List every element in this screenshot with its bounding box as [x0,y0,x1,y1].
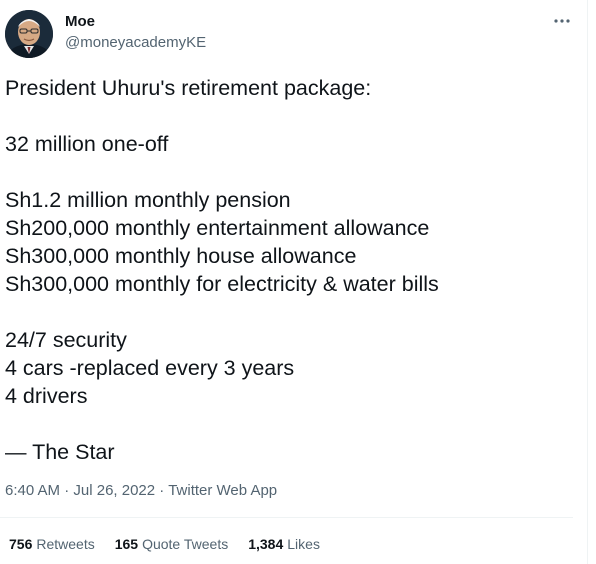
tweet-line: — The Star [5,440,115,464]
author-display-name[interactable]: Moe [65,13,95,31]
tweet-line: Sh300,000 monthly house allowance [5,244,357,268]
quote-tweets-stat[interactable]: 165 Quote Tweets [115,535,229,553]
tweet-line: Sh300,000 monthly for electricity & wate… [5,272,439,296]
tweet-line: 32 million one-off [5,132,169,156]
tweet-date[interactable]: Jul 26, 2022 [73,482,155,499]
quote-tweets-label: Quote Tweets [142,536,229,552]
tweet-line: Sh1.2 million monthly pension [5,188,291,212]
tweet-line: 4 cars -replaced every 3 years [5,356,295,380]
meta-separator: · [155,482,169,499]
tweet-line: 4 drivers [5,384,88,408]
divider [0,517,573,518]
tweet-line: Sh200,000 monthly entertainment allowanc… [5,216,430,240]
retweets-count: 756 [9,536,33,552]
quote-tweets-count: 165 [114,536,139,552]
retweets-stat[interactable]: 756 Retweets [9,535,95,553]
tweet-time[interactable]: 6:40 AM [5,482,60,499]
tweet-text: President Uhuru's retirement package: 32… [5,74,575,466]
more-horizontal-icon[interactable] [551,12,573,30]
author-handle[interactable]: @moneyacademyKE [65,34,206,52]
avatar-portrait-image [5,10,53,58]
tweet-meta: 6:40 AM · Jul 26, 2022 · Twitter Web App [5,481,277,501]
tweet-stats: 756 Retweets 165 Quote Tweets 1,384 Like… [9,535,340,553]
tweet-card: Moe @moneyacademyKE President Uhuru's re… [0,0,596,564]
likes-count: 1,384 [248,536,284,552]
likes-stat[interactable]: 1,384 Likes [248,535,320,553]
tweet-source[interactable]: Twitter Web App [168,482,277,499]
column-border [587,0,588,564]
meta-separator: · [60,482,74,499]
retweets-label: Retweets [36,536,95,552]
tweet-line: 24/7 security [5,328,127,352]
likes-label: Likes [287,536,320,552]
tweet-line: President Uhuru's retirement package: [5,76,372,100]
avatar[interactable] [5,10,53,58]
